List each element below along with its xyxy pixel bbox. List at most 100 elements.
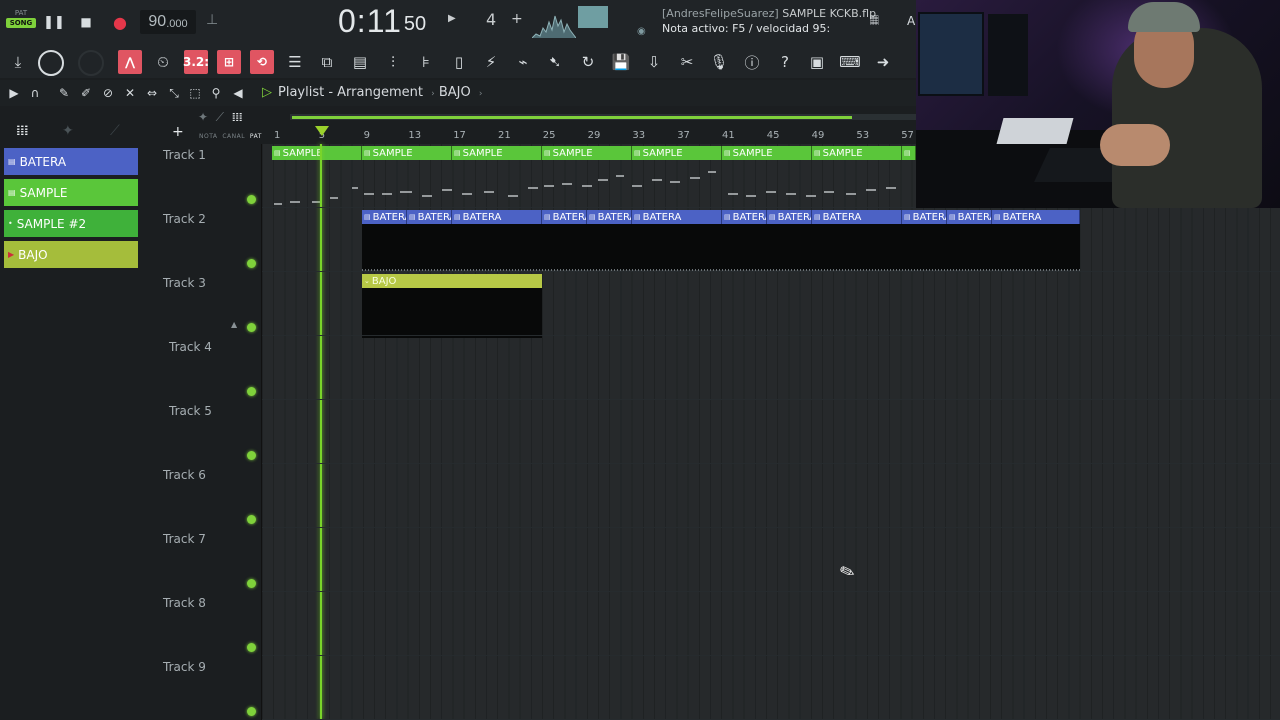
hint-user: [AndresFelipeSuarez]	[662, 7, 779, 20]
snap-button[interactable]: 3.2:	[182, 50, 210, 74]
mode-nota[interactable]: NOTA	[199, 133, 218, 140]
picker-icon[interactable]: ⌁	[511, 50, 535, 74]
tempo-display[interactable]: 90.000	[140, 10, 196, 34]
stop-icon: ■	[80, 15, 92, 29]
track-enable-led[interactable]	[247, 451, 256, 460]
track-enable-led[interactable]	[247, 643, 256, 652]
save-icon[interactable]: 💾	[609, 50, 633, 74]
menu-arrow-icon[interactable]: ▶	[6, 85, 22, 101]
track-header[interactable]: Track 1	[140, 144, 262, 208]
stop-button[interactable]: ■	[76, 12, 96, 32]
keyboard-icon[interactable]: ⌨	[838, 50, 862, 74]
step-edit-icon[interactable]: ☰	[283, 50, 307, 74]
help-icon[interactable]: ?	[773, 50, 797, 74]
track-enable-led[interactable]	[247, 259, 256, 268]
pause-button[interactable]: ❚❚	[43, 12, 65, 32]
webcam-person-hand	[1100, 124, 1170, 166]
piano-roll-icon[interactable]: ▤	[348, 50, 372, 74]
playlist-icon[interactable]: ⧉	[315, 50, 339, 74]
track-header[interactable]: Track 3 ▲	[140, 272, 262, 336]
track-enable-led[interactable]	[247, 195, 256, 204]
import-icon[interactable]: ⤓	[6, 50, 30, 74]
track-header[interactable]: Track 2	[140, 208, 262, 272]
window-icon[interactable]: ▣	[805, 50, 829, 74]
pattern-icon: ▤	[8, 188, 16, 197]
typing-keyboard-button[interactable]: ⊞	[217, 50, 241, 74]
song-time-display[interactable]: 0:11 M:S:CS50	[338, 0, 427, 40]
magnet-icon[interactable]: ∩	[27, 85, 43, 101]
link-icon[interactable]: ⟋	[110, 123, 120, 139]
slice-icon[interactable]: ⤡	[166, 85, 182, 101]
arrow-right-icon[interactable]: ➜	[871, 50, 895, 74]
snap-icon[interactable]: ✦	[62, 123, 74, 139]
browser-icon[interactable]: ▯	[447, 50, 471, 74]
zoom-icon[interactable]: ⚲	[208, 85, 224, 101]
track-enable-led[interactable]	[247, 707, 256, 716]
mode-canal[interactable]: CANAL	[222, 133, 245, 140]
track-row: Track 8	[140, 592, 1280, 656]
snap-label: 3.2:	[182, 55, 210, 69]
track-enable-led[interactable]	[247, 323, 256, 332]
track-row: Track 5	[140, 400, 1280, 464]
paint-icon[interactable]: ✐	[78, 85, 94, 101]
channel-rack-icon[interactable]: ⊧	[414, 50, 438, 74]
refresh-icon[interactable]: ↻	[576, 50, 600, 74]
metronome-button[interactable]: ⋀	[118, 50, 142, 74]
scrollbar-thumb[interactable]	[292, 116, 852, 119]
metronome-icon[interactable]: ⊥	[206, 12, 218, 28]
hint-file: SAMPLE KCKB.flp	[782, 7, 877, 20]
current-pattern-label[interactable]: BAJO	[439, 85, 471, 100]
select-icon[interactable]: ⬚	[187, 85, 203, 101]
cut-icon[interactable]: ✂	[675, 50, 699, 74]
track-header[interactable]: Track 4	[140, 336, 262, 400]
track-header[interactable]: Track 6	[140, 464, 262, 528]
track-name: Track 7	[163, 532, 206, 546]
track-header[interactable]: Track 9	[140, 656, 262, 720]
draw-icon[interactable]: ✎	[56, 85, 72, 101]
track-enable-led[interactable]	[247, 387, 256, 396]
brush-icon[interactable]: ➷	[543, 50, 567, 74]
picker-mode-labels[interactable]: NOTA CANAL PAT	[199, 133, 262, 140]
pattern-item-sample-2[interactable]: • SAMPLE #2	[4, 210, 138, 237]
track-enable-led[interactable]	[247, 579, 256, 588]
loop-record-button[interactable]: ⟲	[250, 50, 274, 74]
track-row: Track 7	[140, 528, 1280, 592]
mute-icon[interactable]: ✕	[122, 85, 138, 101]
add-track-icon[interactable]: +	[172, 124, 184, 140]
record-button[interactable]: ●	[110, 12, 130, 32]
render-icon[interactable]: ⇩	[642, 50, 666, 74]
track-row: Track 6	[140, 464, 1280, 528]
slip-icon[interactable]: ⇔	[144, 85, 160, 101]
track-header[interactable]: Track 8	[140, 592, 262, 656]
info-icon[interactable]: ⓘ	[740, 50, 764, 74]
mode-pat[interactable]: PAT	[250, 133, 262, 140]
bar-ruler[interactable]: 1 5 9 13 17 21 25 29 33 37 41 45 49 53 57	[270, 126, 920, 144]
song-position-marker[interactable]	[315, 126, 329, 136]
track-header[interactable]: Track 7	[140, 528, 262, 592]
pat-mode-label[interactable]: PAT	[6, 8, 36, 18]
ruler-bar-number: 57	[901, 130, 914, 141]
mixer-icon[interactable]: ⫶	[381, 50, 405, 74]
master-pitch-dial[interactable]	[78, 50, 104, 76]
pattern-item-batera[interactable]: ▤ BATERA	[4, 148, 138, 175]
collapse-arrow-icon[interactable]: ▲	[231, 320, 237, 329]
delete-icon[interactable]: ⊘	[100, 85, 116, 101]
master-volume-dial[interactable]	[38, 50, 64, 76]
webcam-overlay	[916, 0, 1280, 208]
plugin-icon[interactable]: ⚡	[479, 50, 503, 74]
piano-picker-icon[interactable]: 𝍖	[16, 123, 29, 139]
mic-icon[interactable]: 🎙	[707, 50, 731, 74]
track-header[interactable]: Track 5	[140, 400, 262, 464]
pat-song-switch[interactable]: PAT SONG	[6, 8, 36, 28]
step-value[interactable]: 4	[486, 10, 496, 29]
step-left-icon[interactable]: ▶	[448, 13, 456, 24]
playback-icon[interactable]: ◀	[230, 85, 246, 101]
play-icon[interactable]: ▷	[262, 85, 272, 100]
track-enable-led[interactable]	[247, 515, 256, 524]
piano-icon[interactable]: 𝄜	[870, 14, 879, 29]
song-mode-label[interactable]: SONG	[6, 18, 36, 28]
step-plus-icon[interactable]: +	[511, 11, 523, 27]
pattern-item-sample[interactable]: ▤ SAMPLE	[4, 179, 138, 206]
pattern-item-bajo[interactable]: ▶ BAJO	[4, 241, 138, 268]
wait-icon[interactable]: ⏲	[151, 50, 175, 74]
